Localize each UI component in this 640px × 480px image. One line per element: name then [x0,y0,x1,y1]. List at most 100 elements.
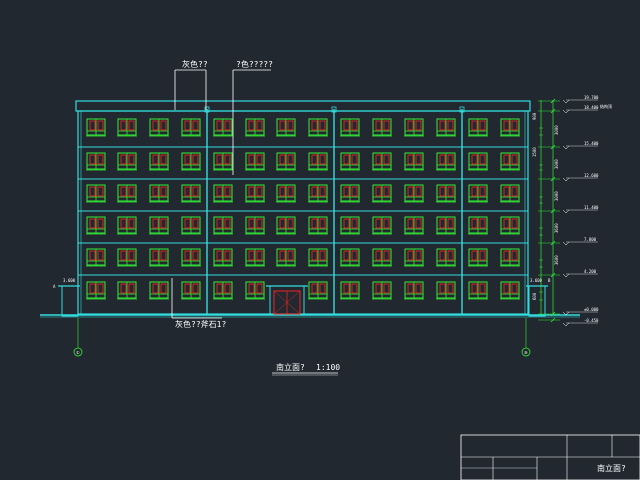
window [213,281,233,300]
facade-outline [77,110,529,315]
window-glass [343,186,350,197]
window-glass [375,186,382,197]
window-glass [511,186,518,197]
window [436,152,456,171]
window-glass [192,250,199,261]
window-glass [415,186,422,197]
window-glass [503,120,510,131]
window-glass [184,250,191,261]
window-glass [479,283,486,294]
window-glass [511,250,518,261]
window [149,281,169,300]
window [404,152,424,171]
window-glass [415,218,422,229]
window-glass [287,218,294,229]
window [181,118,201,137]
window [245,248,265,267]
cad-viewport[interactable]: 灰色?? ?色????? 灰色??斧石1? ① ⑨ 3.600 A 3.600 … [0,0,640,480]
window [276,184,296,203]
window [340,152,360,171]
window-glass [503,154,510,165]
window [86,152,106,171]
window-glass [248,250,255,261]
window-glass [89,154,96,165]
window-glass [192,154,199,165]
elevation-triangle [562,209,570,214]
minor-dimension: 900 [532,112,537,120]
window-glass [375,154,382,165]
window-glass [184,218,191,229]
roof-note: 结构顶 [600,103,612,109]
window [372,118,392,137]
window-glass [479,250,486,261]
window-glass [415,154,422,165]
window [340,184,360,203]
window-glass [120,120,127,131]
window-glass [184,120,191,131]
window-glass [248,120,255,131]
window-glass [343,250,350,261]
entrance-door [266,285,308,315]
window-glass [160,120,167,131]
window-glass [287,120,294,131]
elevation-label: -0.450 [584,318,599,323]
window-glass [375,120,382,131]
window [468,184,488,203]
title-block: 南立面? [460,434,640,480]
axis-left-label: ① [76,350,80,355]
window [404,248,424,267]
window-glass [184,283,191,294]
window-glass [447,186,454,197]
elevation-label: 4.200 [584,269,597,274]
callout-top-left: 灰色?? [174,59,208,110]
window-glass [407,154,414,165]
window-glass [343,154,350,165]
window-glass [471,250,478,261]
window-glass [375,283,382,294]
window [245,184,265,203]
window-glass [216,218,223,229]
window [86,118,106,137]
window [181,248,201,267]
callout-top-right-text: ?色????? [236,59,273,69]
window [117,118,137,137]
callout-top-right: ?色????? [232,59,273,175]
window-glass [192,283,199,294]
window-glass [97,250,104,261]
window [404,281,424,300]
window-glass [407,186,414,197]
window [245,281,265,300]
window [404,216,424,235]
window-glass [216,283,223,294]
window-glass [311,120,318,131]
window-glass [120,186,127,197]
callout-top-left-text: 灰色?? [182,59,208,69]
window-glass [279,250,286,261]
window [372,152,392,171]
elevation-label: 15.400 [584,141,599,146]
drawing-scale-text: 1:100 [316,363,340,372]
window [213,152,233,171]
window [404,118,424,137]
window-glass [89,186,96,197]
window-glass [89,250,96,261]
window [436,118,456,137]
window-glass [128,218,135,229]
window-glass [439,283,446,294]
window [500,118,520,137]
window-glass [256,250,263,261]
axis-right-label: ⑨ [524,350,528,355]
window-glass [216,154,223,165]
window [213,216,233,235]
window [181,281,201,300]
dimension-chain: 19.700 18.400 15.400 12.600 11.400 7.800 4.200… [532,95,612,327]
window-glass [319,218,326,229]
elevation-mark: ±0.000 [562,307,599,316]
window-glass [120,154,127,165]
window-glass [511,218,518,229]
window-glass [97,120,104,131]
window-glass [407,120,414,131]
window [436,281,456,300]
window-glass [216,186,223,197]
window-glass [351,154,358,165]
